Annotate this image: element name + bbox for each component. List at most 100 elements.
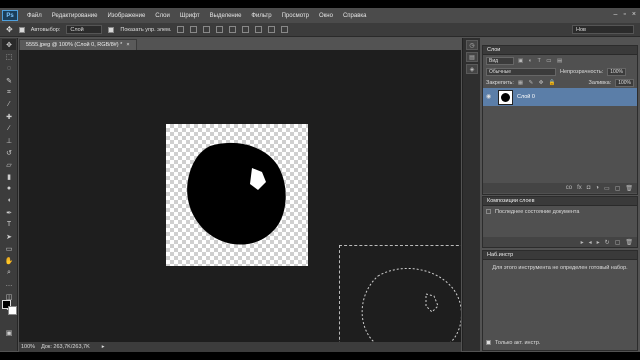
menu-type[interactable]: Шрифт xyxy=(175,13,205,19)
blend-mode-select[interactable]: Обычные xyxy=(486,67,556,76)
type-tool[interactable]: T xyxy=(2,219,16,230)
properties-panel-icon[interactable]: ▤ xyxy=(466,52,478,62)
history-panel-icon[interactable]: ◷ xyxy=(466,40,478,50)
crop-tool[interactable]: ⌗ xyxy=(2,87,16,98)
close-icon[interactable]: × xyxy=(126,42,129,48)
maximize-button[interactable]: ▫ xyxy=(623,11,625,18)
delete-comp-icon[interactable]: 🗑 xyxy=(625,239,633,246)
eraser-tool[interactable]: ▱ xyxy=(2,159,16,170)
move-tool-icon[interactable]: ✥ xyxy=(6,25,13,34)
show-controls-checkbox[interactable] xyxy=(108,26,115,33)
auto-align-icon[interactable] xyxy=(268,26,276,33)
dodge-tool[interactable]: ◖ xyxy=(2,195,16,206)
apply-comp-icon[interactable]: ▸ xyxy=(581,239,584,246)
stamp-tool[interactable]: ⊥ xyxy=(2,135,16,146)
comps-panel-footer: ▸ ◂ ▸ ↻ ▢ 🗑 xyxy=(483,237,637,247)
gradient-tool[interactable]: ▮ xyxy=(2,171,16,182)
align-top-icon[interactable] xyxy=(177,26,185,33)
background-color-swatch[interactable] xyxy=(8,306,17,315)
fx-icon[interactable]: fx xyxy=(577,185,582,191)
menu-layers[interactable]: Слои xyxy=(150,13,175,19)
document-tab[interactable]: 5555.jpeg @ 100% (Слой 0, RGB/8#) * × xyxy=(19,39,137,50)
black-blob-shape xyxy=(187,142,286,245)
tool-presets-footer: Только акт. инстр. xyxy=(483,337,637,348)
blend-row: Обычные Непрозрачность: 100% xyxy=(483,66,637,77)
filter-icons[interactable]: ▣ ◐ T ▭ ▤ xyxy=(518,58,564,64)
history-brush-tool[interactable]: ↺ xyxy=(2,147,16,158)
current-tool-only-label: Только акт. инстр. xyxy=(495,339,541,346)
autoselect-label: Автовыбор: xyxy=(30,26,61,33)
menu-window[interactable]: Окно xyxy=(314,13,338,19)
menu-help[interactable]: Справка xyxy=(338,13,372,19)
autoselect-checkbox[interactable] xyxy=(18,26,25,33)
eyedropper-tool[interactable]: ⁄ xyxy=(2,99,16,110)
layer-row[interactable]: ◉ Слой 0 xyxy=(483,88,637,106)
healing-tool[interactable]: ✚ xyxy=(2,111,16,122)
align-middle-icon[interactable] xyxy=(190,26,198,33)
menu-image[interactable]: Изображение xyxy=(102,13,150,19)
align-bottom-icon[interactable] xyxy=(203,26,211,33)
eye-icon[interactable]: ◉ xyxy=(486,94,494,100)
trash-icon[interactable]: 🗑 xyxy=(625,185,633,192)
hand-tool[interactable]: ✋ xyxy=(2,255,16,266)
blur-tool[interactable]: ● xyxy=(2,183,16,194)
3d-mode-icon[interactable] xyxy=(281,26,289,33)
menu-file[interactable]: Файл xyxy=(22,13,47,19)
close-button[interactable]: × xyxy=(632,11,636,18)
layer-filter-select[interactable]: Вид xyxy=(486,56,514,65)
fill-field[interactable]: 100% xyxy=(615,78,634,87)
zoom-level[interactable]: 100% xyxy=(21,344,35,350)
tool-presets-panel: Наб.инстр Для этого инструмента не опред… xyxy=(482,250,638,351)
path-select-tool[interactable]: ➤ xyxy=(2,231,16,242)
channels-panel-icon[interactable]: ◈ xyxy=(466,64,478,74)
layer-comps-title[interactable]: Композиции слоев xyxy=(483,197,637,206)
comp-checkbox[interactable] xyxy=(486,209,491,214)
layer-comps-panel: Композиции слоев Последнее состояние док… xyxy=(482,196,638,248)
align-center-icon[interactable] xyxy=(229,26,237,33)
tool-presets-title[interactable]: Наб.инстр xyxy=(483,251,637,260)
group-icon[interactable]: ▭ xyxy=(604,185,610,192)
adjustment-icon[interactable]: ◑ xyxy=(595,185,599,191)
brush-tool[interactable]: ∕ xyxy=(2,123,16,134)
autoselect-dropdown[interactable]: Слой xyxy=(66,25,103,34)
mask-icon[interactable]: ◘ xyxy=(587,185,591,191)
current-tool-only-checkbox[interactable] xyxy=(486,340,491,345)
minimize-button[interactable]: – xyxy=(614,11,618,18)
more-tools[interactable]: … xyxy=(2,279,16,290)
distribute-icon[interactable] xyxy=(255,26,263,33)
menu-view[interactable]: Просмотр xyxy=(277,13,314,19)
zoom-tool[interactable]: ⌕ xyxy=(2,267,16,278)
new-layer-icon[interactable]: ▢ xyxy=(615,185,621,192)
next-comp-icon[interactable]: ▸ xyxy=(597,239,600,246)
menu-edit[interactable]: Редактирование xyxy=(47,13,103,19)
pen-tool[interactable]: ✒ xyxy=(2,207,16,218)
screen-mode-icon[interactable]: ▣ xyxy=(2,327,16,338)
document-tab-title: 5555.jpeg @ 100% (Слой 0, RGB/8#) * xyxy=(26,42,123,48)
opacity-field[interactable]: 100% xyxy=(607,67,627,76)
marquee-tool[interactable]: ⬚ xyxy=(2,51,16,62)
refresh-comp-icon[interactable]: ↻ xyxy=(605,239,610,246)
tool-presets-message-row: Для этого инструмента не определен готов… xyxy=(483,260,637,276)
menu-filter[interactable]: Фильтр xyxy=(246,13,276,19)
menu-select[interactable]: Выделение xyxy=(205,13,247,19)
align-right-icon[interactable] xyxy=(242,26,250,33)
quick-select-tool[interactable]: ✎ xyxy=(2,75,16,86)
link-layers-icon[interactable]: co xyxy=(566,185,572,191)
workspace-select[interactable]: Нов xyxy=(572,25,634,34)
status-menu-arrow-icon[interactable]: ▸ xyxy=(102,344,105,350)
comps-list-empty xyxy=(483,217,637,237)
new-comp-icon[interactable]: ▢ xyxy=(615,239,621,246)
shape-tool[interactable]: ▭ xyxy=(2,243,16,254)
move-tool[interactable]: ✥ xyxy=(2,39,16,50)
window-controls: – ▫ × xyxy=(614,11,636,18)
layers-panel-title[interactable]: Слои xyxy=(483,46,637,55)
align-left-icon[interactable] xyxy=(216,26,224,33)
lock-icons[interactable]: ▦ ✎ ✥ 🔒 xyxy=(518,80,558,86)
canvas-workspace[interactable] xyxy=(19,50,461,342)
prev-comp-icon[interactable]: ◂ xyxy=(589,239,592,246)
fill-label: Заливка: xyxy=(588,79,612,86)
layer-name[interactable]: Слой 0 xyxy=(517,94,535,100)
document-canvas[interactable] xyxy=(166,124,308,266)
layer-comps-row[interactable]: Последнее состояние документа xyxy=(483,206,637,217)
lasso-tool[interactable]: ◌ xyxy=(2,63,16,74)
